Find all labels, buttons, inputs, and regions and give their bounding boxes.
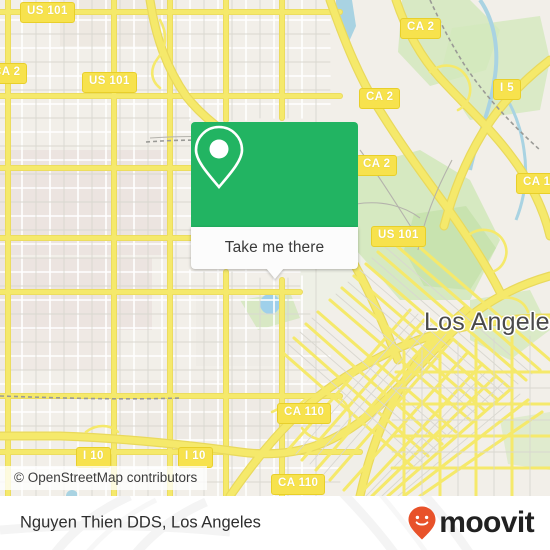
city-label-los-angeles: Los Angeles: [424, 308, 550, 336]
road-shield-ca2-2: CA 2: [400, 18, 442, 39]
road-shield-ca110-3: CA 110: [271, 474, 326, 495]
map-attribution[interactable]: © OpenStreetMap contributors: [0, 466, 208, 490]
moovit-smiley-pin-icon: [408, 506, 436, 540]
popup-pointer-tail: [265, 268, 284, 279]
popup-action-label: Take me there: [224, 239, 325, 256]
popup-header: [191, 122, 358, 227]
road-shield-us101-2: US 101: [82, 72, 137, 93]
road-shield-ca110-1: CA 110: [516, 173, 550, 194]
road-shield-us101-3: US 101: [371, 226, 426, 247]
road-shield-ca2-1: CA 2: [0, 63, 28, 84]
map-pin-icon: [194, 125, 244, 190]
footer-bar: Nguyen Thien DDS, Los Angeles moovit: [0, 496, 550, 550]
road-shield-ca2-3: CA 2: [359, 88, 401, 109]
popup-action-button[interactable]: Take me there: [191, 227, 358, 279]
road-shield-i10-1: I 10: [76, 447, 111, 468]
place-title: Nguyen Thien DDS, Los Angeles: [20, 513, 261, 532]
road-shield-ca2-4: CA 2: [356, 155, 398, 176]
map-screenshot: .rd { stroke:#f5e96b; fill:none; stroke-…: [0, 0, 550, 550]
map-canvas[interactable]: .rd { stroke:#f5e96b; fill:none; stroke-…: [0, 0, 550, 496]
location-popup[interactable]: Take me there: [191, 122, 358, 279]
road-shield-i10-2: I 10: [178, 447, 213, 468]
road-shield-ca110-2: CA 110: [277, 403, 332, 424]
moovit-logo[interactable]: moovit: [407, 505, 535, 541]
road-shield-i5: I 5: [493, 79, 521, 100]
road-shield-us101-1: US 101: [20, 2, 75, 23]
moovit-wordmark: moovit: [439, 506, 534, 539]
